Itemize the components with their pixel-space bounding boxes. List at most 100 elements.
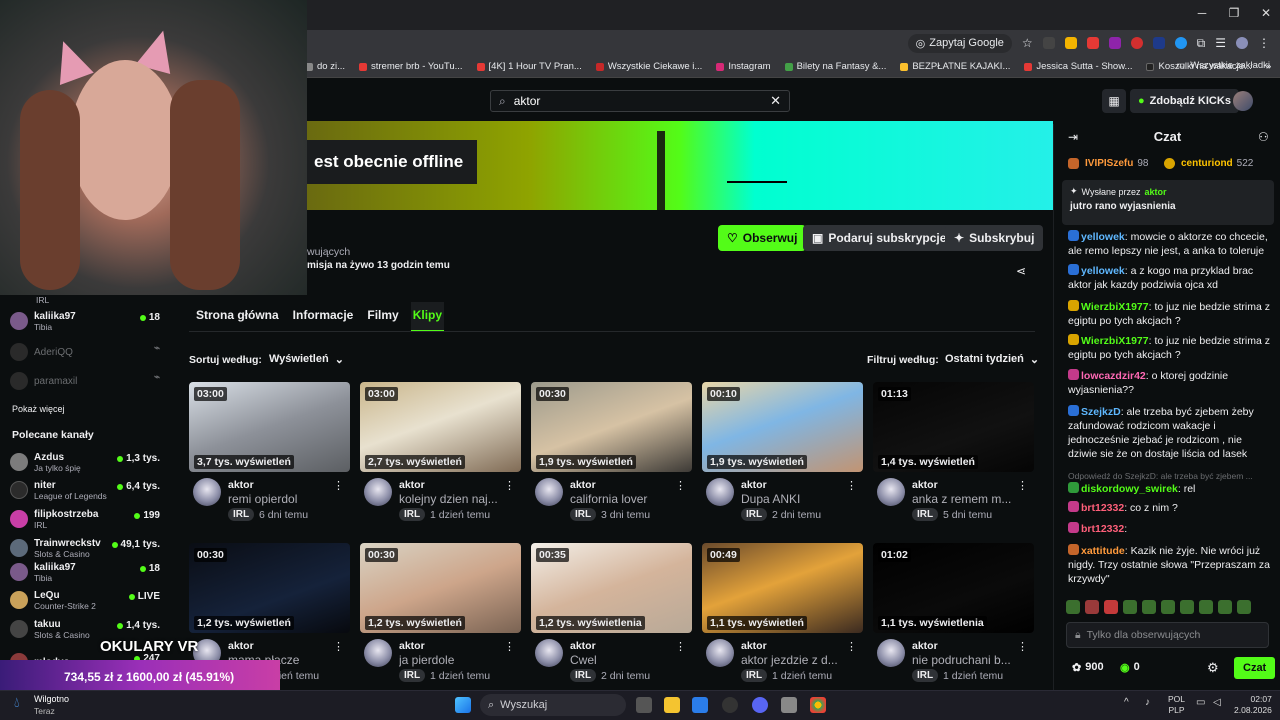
clip-author[interactable]: aktor <box>228 479 254 491</box>
extension-icon[interactable] <box>1108 37 1121 49</box>
share-icon[interactable]: ⋖ <box>1016 264 1026 278</box>
recommended-channel[interactable]: filipkostrzeba IRL 199 <box>10 506 170 532</box>
avatar[interactable] <box>877 639 905 667</box>
gift-subs-button[interactable]: ▣ Podaruj subskrypcje <box>803 225 956 251</box>
clip-thumbnail[interactable]: 00:30 1,2 tys. wyświetleń <box>360 543 521 633</box>
maximize-icon[interactable]: ❐ <box>1224 6 1244 24</box>
more-options-icon[interactable]: ⋮ <box>675 640 686 653</box>
bookmark-item[interactable]: Jessica Sutta - Show... <box>1024 61 1132 72</box>
chat-message[interactable]: brt12332: <box>1068 522 1273 536</box>
extension-icon[interactable] <box>1086 37 1099 49</box>
clip-card[interactable]: 00:10 1,9 tys. wyświetleń aktor ⋮ Dupa ANKI I… <box>702 382 863 532</box>
chat-message[interactable]: diskordowy_swirek: rel <box>1068 482 1273 496</box>
clip-tag[interactable]: IRL <box>399 508 426 521</box>
clip-author[interactable]: aktor <box>570 640 596 652</box>
close-window-icon[interactable]: ✕ <box>1256 6 1276 24</box>
avatar[interactable] <box>193 478 221 506</box>
puzzle-icon[interactable]: ⧉ <box>1197 36 1206 51</box>
file-explorer-icon[interactable] <box>664 697 680 713</box>
chat-username[interactable]: brt12332 <box>1081 502 1124 514</box>
clip-thumbnail[interactable]: 00:35 1,2 tys. wyświetlenia <box>531 543 692 633</box>
clip-tag[interactable]: IRL <box>912 669 939 682</box>
avatar[interactable] <box>364 639 392 667</box>
clip-thumbnail[interactable]: 00:30 1,2 tys. wyświetleń <box>189 543 350 633</box>
more-options-icon[interactable]: ⋮ <box>1017 479 1028 492</box>
more-options-icon[interactable]: ⋮ <box>846 640 857 653</box>
subscribe-button[interactable]: ✦ Subskrybuj <box>945 225 1044 251</box>
more-options-icon[interactable]: ⋮ <box>333 640 344 653</box>
more-options-icon[interactable]: ⋮ <box>504 640 515 653</box>
clip-author[interactable]: aktor <box>741 479 767 491</box>
chat-send-button[interactable]: Czat <box>1234 657 1276 679</box>
chat-username[interactable]: brt12332 <box>1081 523 1124 535</box>
top-gifter[interactable]: centuriond 522 <box>1164 158 1253 169</box>
clip-thumbnail[interactable]: 01:02 1,1 tys. wyświetlenia <box>873 543 1034 633</box>
avatar[interactable] <box>535 478 563 506</box>
chat-message[interactable]: brt12332: co z nim ? <box>1068 501 1273 515</box>
microphone-icon[interactable]: ♪ <box>1145 697 1150 708</box>
chat-message[interactable]: yellowek: mowcie o aktorze co chcecie, a… <box>1068 230 1273 258</box>
app-icon[interactable] <box>722 697 738 713</box>
clip-title[interactable]: remi opierdol <box>228 492 333 506</box>
emote-icon[interactable] <box>1199 600 1213 614</box>
clip-title[interactable]: Cwel <box>570 653 675 667</box>
kicks-balance[interactable]: ✿ 900 <box>1072 661 1104 674</box>
clip-title[interactable]: kolejny dzien naj... <box>399 492 504 506</box>
search-box[interactable]: ⌕ ✕ <box>490 90 790 112</box>
emote-icon[interactable] <box>1180 600 1194 614</box>
clip-card[interactable]: 00:49 1,1 tys. wyświetleń aktor ⋮ aktor jezd… <box>702 543 863 693</box>
bookmark-item[interactable]: Instagram <box>716 61 771 72</box>
user-avatar[interactable] <box>1233 91 1253 111</box>
recommended-channel[interactable]: LeQu Counter-Strike 2 LIVE <box>10 587 170 613</box>
extension-icon[interactable] <box>1064 37 1077 49</box>
discord-icon[interactable] <box>752 697 768 713</box>
minimize-icon[interactable]: ─ <box>1192 6 1212 24</box>
clip-thumbnail[interactable]: 00:30 1,9 tys. wyświetleń <box>531 382 692 472</box>
sort-dropdown[interactable]: Wyświetleń ⌄ <box>263 348 350 370</box>
recommended-channel[interactable]: Trainwreckstv Slots & Casino 49,1 tys. <box>10 535 170 561</box>
chat-message[interactable]: SzejkzD: ale trzeba być zjebem żeby zafu… <box>1068 405 1273 461</box>
clip-thumbnail[interactable]: 00:49 1,1 tys. wyświetleń <box>702 543 863 633</box>
bookmark-item[interactable]: Wszystkie Ciekawe i... <box>595 61 702 72</box>
chat-message[interactable]: xattitude: Kazik nie żyje. Nie wróci już… <box>1068 544 1273 586</box>
more-options-icon[interactable]: ⋮ <box>1017 640 1028 653</box>
clip-author[interactable]: aktor <box>399 479 425 491</box>
clip-card[interactable]: 01:13 1,4 tys. wyświetleń aktor ⋮ anka z rem… <box>873 382 1034 532</box>
sidebar-channel[interactable]: AderiQQ ⌁ <box>10 339 170 365</box>
follow-button[interactable]: ♡ Obserwuj <box>718 225 807 251</box>
bookmark-item[interactable]: do zi... <box>305 61 345 72</box>
chat-username[interactable]: yellowek <box>1081 231 1125 243</box>
clip-tag[interactable]: IRL <box>570 508 597 521</box>
clip-card[interactable]: 01:02 1,1 tys. wyświetlenia aktor ⋮ nie podr… <box>873 543 1034 693</box>
clip-title[interactable]: Dupa ANKI <box>741 492 846 506</box>
emote-icon[interactable] <box>1218 600 1232 614</box>
top-gifter[interactable]: IVIPISzefu 98 <box>1068 158 1148 169</box>
sidebar-channel[interactable]: paramaxil ⌁ <box>10 368 170 394</box>
clip-title[interactable]: aktor jezdzie z d... <box>741 653 846 667</box>
emote-icon[interactable] <box>1142 600 1156 614</box>
clip-author[interactable]: aktor <box>228 640 254 652</box>
emote-icon[interactable] <box>1237 600 1251 614</box>
search-input[interactable] <box>513 94 763 108</box>
chat-username[interactable]: SzejkzD <box>1081 406 1121 418</box>
chat-username[interactable]: yellowek <box>1081 265 1125 277</box>
bookmark-item[interactable]: Bilety na Fantasy &... <box>784 61 886 72</box>
clip-card[interactable]: 03:00 3,7 tys. wyświetleń aktor ⋮ remi opier… <box>189 382 350 532</box>
emote-icon[interactable] <box>1123 600 1137 614</box>
clip-author[interactable]: aktor <box>912 479 938 491</box>
bookmark-item[interactable]: BEZPŁATNE KAJAKI... <box>900 61 1010 72</box>
task-view-icon[interactable] <box>636 697 652 713</box>
more-options-icon[interactable]: ⋮ <box>675 479 686 492</box>
chat-username[interactable]: WierzbiX1977 <box>1081 335 1149 347</box>
settings-icon[interactable] <box>781 697 797 713</box>
clip-thumbnail[interactable]: 00:10 1,9 tys. wyświetleń <box>702 382 863 472</box>
chat-username[interactable]: xattitude <box>1081 545 1125 557</box>
profile-avatar-icon[interactable] <box>1236 37 1248 49</box>
network-icon[interactable]: ▭ <box>1196 697 1205 708</box>
bookmark-item[interactable]: stremer brb - YouTu... <box>359 61 463 72</box>
clip-card[interactable]: 00:30 1,9 tys. wyświetleń aktor ⋮ california… <box>531 382 692 532</box>
tray-chevron-icon[interactable]: ^ <box>1124 697 1129 708</box>
clip-tag[interactable]: IRL <box>570 669 597 682</box>
clip-tag[interactable]: IRL <box>399 669 426 682</box>
pinned-message[interactable]: ✦ Wysłane przez aktor jutro rano wyjasnien… <box>1062 180 1274 225</box>
